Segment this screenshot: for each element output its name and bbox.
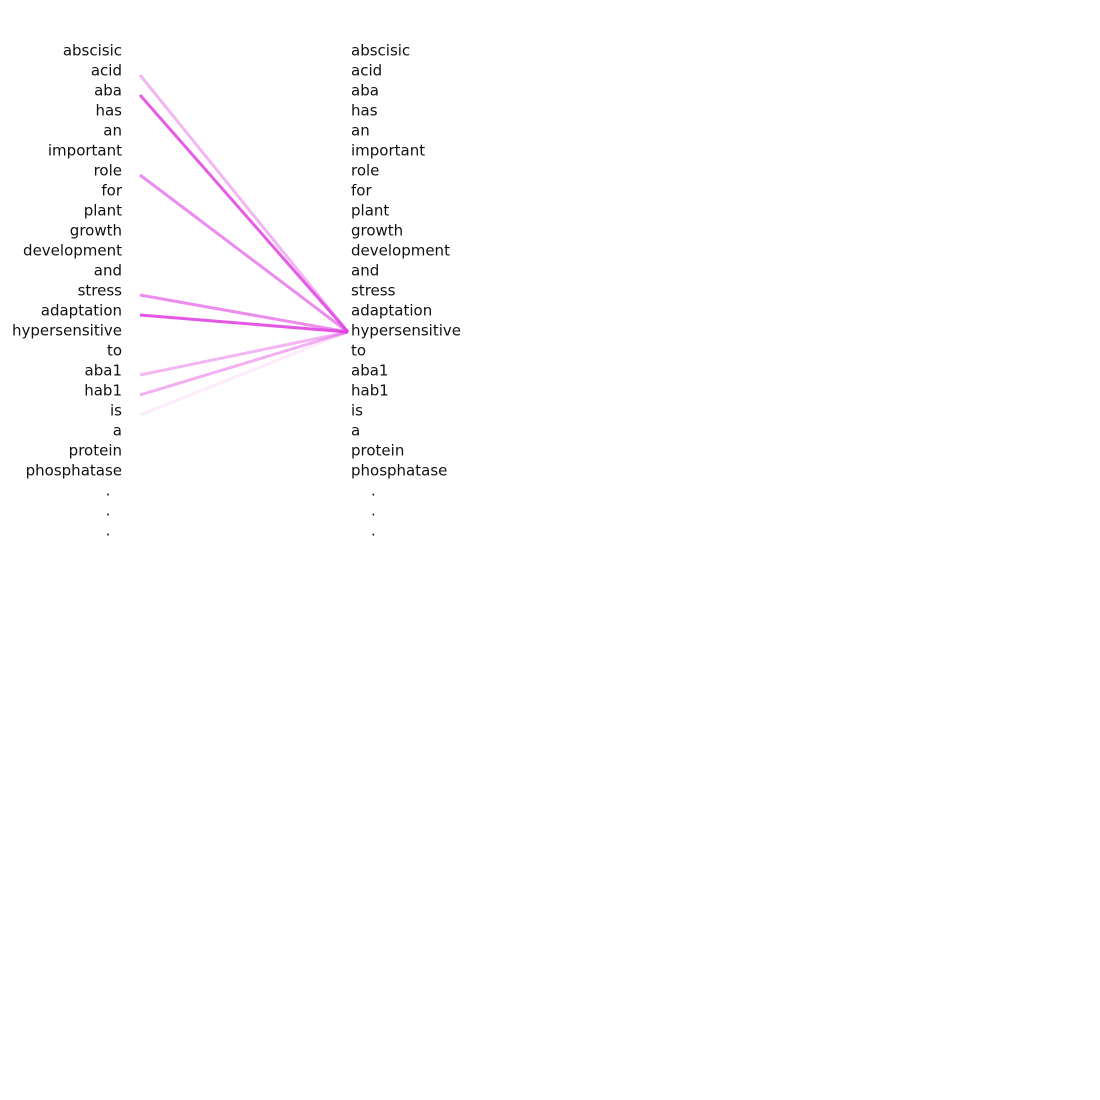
- left-token[interactable]: acid: [91, 62, 122, 80]
- right-token[interactable]: .: [371, 502, 376, 520]
- right-token[interactable]: to: [351, 342, 366, 360]
- right-token[interactable]: is: [351, 402, 363, 420]
- attention-diagram: abscisic acid aba has an important role for plan…: [12, 42, 461, 540]
- attention-link: [139, 330, 349, 397]
- right-token[interactable]: phosphatase: [351, 462, 447, 480]
- attention-link: [139, 293, 349, 334]
- left-token[interactable]: aba1: [85, 362, 122, 380]
- right-token[interactable]: stress: [351, 282, 396, 300]
- right-token[interactable]: growth: [351, 222, 403, 240]
- left-token[interactable]: stress: [78, 282, 123, 300]
- left-token[interactable]: abscisic: [63, 42, 122, 60]
- left-token[interactable]: role: [94, 162, 122, 180]
- right-token-column: abscisic acid aba has an important role for plan…: [351, 42, 461, 540]
- left-token[interactable]: growth: [70, 222, 122, 240]
- left-token[interactable]: .: [106, 502, 111, 520]
- left-token[interactable]: important: [48, 142, 122, 160]
- attention-link: [139, 330, 349, 377]
- attention-link: [138, 74, 350, 333]
- right-token[interactable]: important: [351, 142, 425, 160]
- right-token[interactable]: aba1: [351, 362, 388, 380]
- left-token[interactable]: hab1: [84, 382, 122, 400]
- left-token[interactable]: for: [101, 182, 122, 200]
- left-token-column: abscisic acid aba has an important role for plan…: [12, 42, 123, 540]
- right-token[interactable]: plant: [351, 202, 389, 220]
- left-token[interactable]: has: [95, 102, 122, 120]
- left-token[interactable]: hypersensitive: [12, 322, 122, 340]
- right-token[interactable]: adaptation: [351, 302, 432, 320]
- right-token[interactable]: an: [351, 122, 370, 140]
- attention-link: [139, 330, 349, 417]
- left-token[interactable]: to: [107, 342, 122, 360]
- right-token[interactable]: has: [351, 102, 378, 120]
- attention-link: [138, 94, 350, 333]
- left-token[interactable]: an: [103, 122, 122, 140]
- left-token[interactable]: and: [94, 262, 122, 280]
- left-token[interactable]: a: [113, 422, 122, 440]
- right-token[interactable]: for: [351, 182, 372, 200]
- attention-link: [139, 313, 349, 334]
- right-token[interactable]: .: [371, 522, 376, 540]
- right-token[interactable]: role: [351, 162, 379, 180]
- right-token[interactable]: hypersensitive: [351, 322, 461, 340]
- left-token[interactable]: .: [106, 522, 111, 540]
- left-token[interactable]: development: [23, 242, 122, 260]
- left-token[interactable]: protein: [69, 442, 122, 460]
- left-token[interactable]: adaptation: [41, 302, 122, 320]
- right-token[interactable]: hab1: [351, 382, 389, 400]
- attention-link: [139, 173, 349, 334]
- left-token[interactable]: .: [106, 482, 111, 500]
- attention-links: [138, 74, 350, 417]
- right-token[interactable]: .: [371, 482, 376, 500]
- left-token[interactable]: is: [110, 402, 122, 420]
- right-token[interactable]: acid: [351, 62, 382, 80]
- right-token[interactable]: a: [351, 422, 360, 440]
- right-token[interactable]: development: [351, 242, 450, 260]
- left-token[interactable]: plant: [84, 202, 122, 220]
- right-token[interactable]: and: [351, 262, 379, 280]
- right-token[interactable]: protein: [351, 442, 404, 460]
- right-token[interactable]: abscisic: [351, 42, 410, 60]
- right-token[interactable]: aba: [351, 82, 379, 100]
- left-token[interactable]: aba: [94, 82, 122, 100]
- left-token[interactable]: phosphatase: [26, 462, 122, 480]
